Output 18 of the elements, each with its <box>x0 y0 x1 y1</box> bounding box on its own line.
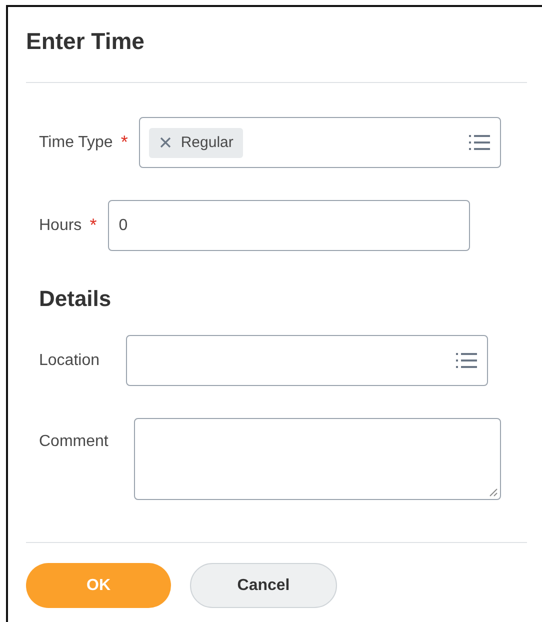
required-mark: * <box>120 132 128 153</box>
list-icon[interactable] <box>468 134 490 151</box>
close-icon[interactable] <box>160 137 171 148</box>
field-label: Location <box>39 352 100 370</box>
resize-grip-icon[interactable] <box>488 487 498 497</box>
select-field[interactable]: Regular <box>138 117 501 168</box>
dialog-title: Enter Time <box>26 27 144 55</box>
chip-label: Regular <box>180 134 234 151</box>
field-label: Hours <box>39 216 82 234</box>
required-mark: * <box>90 215 97 236</box>
comment-field[interactable] <box>134 418 502 500</box>
select-field[interactable] <box>126 335 488 386</box>
field-label: Comment <box>39 433 108 451</box>
cancel-button[interactable]: Cancel <box>190 563 337 608</box>
hours-field[interactable]: 0 <box>108 200 470 251</box>
list-icon[interactable] <box>456 352 476 369</box>
field-label: Time Type <box>39 134 113 152</box>
section-heading: Details <box>39 285 112 313</box>
